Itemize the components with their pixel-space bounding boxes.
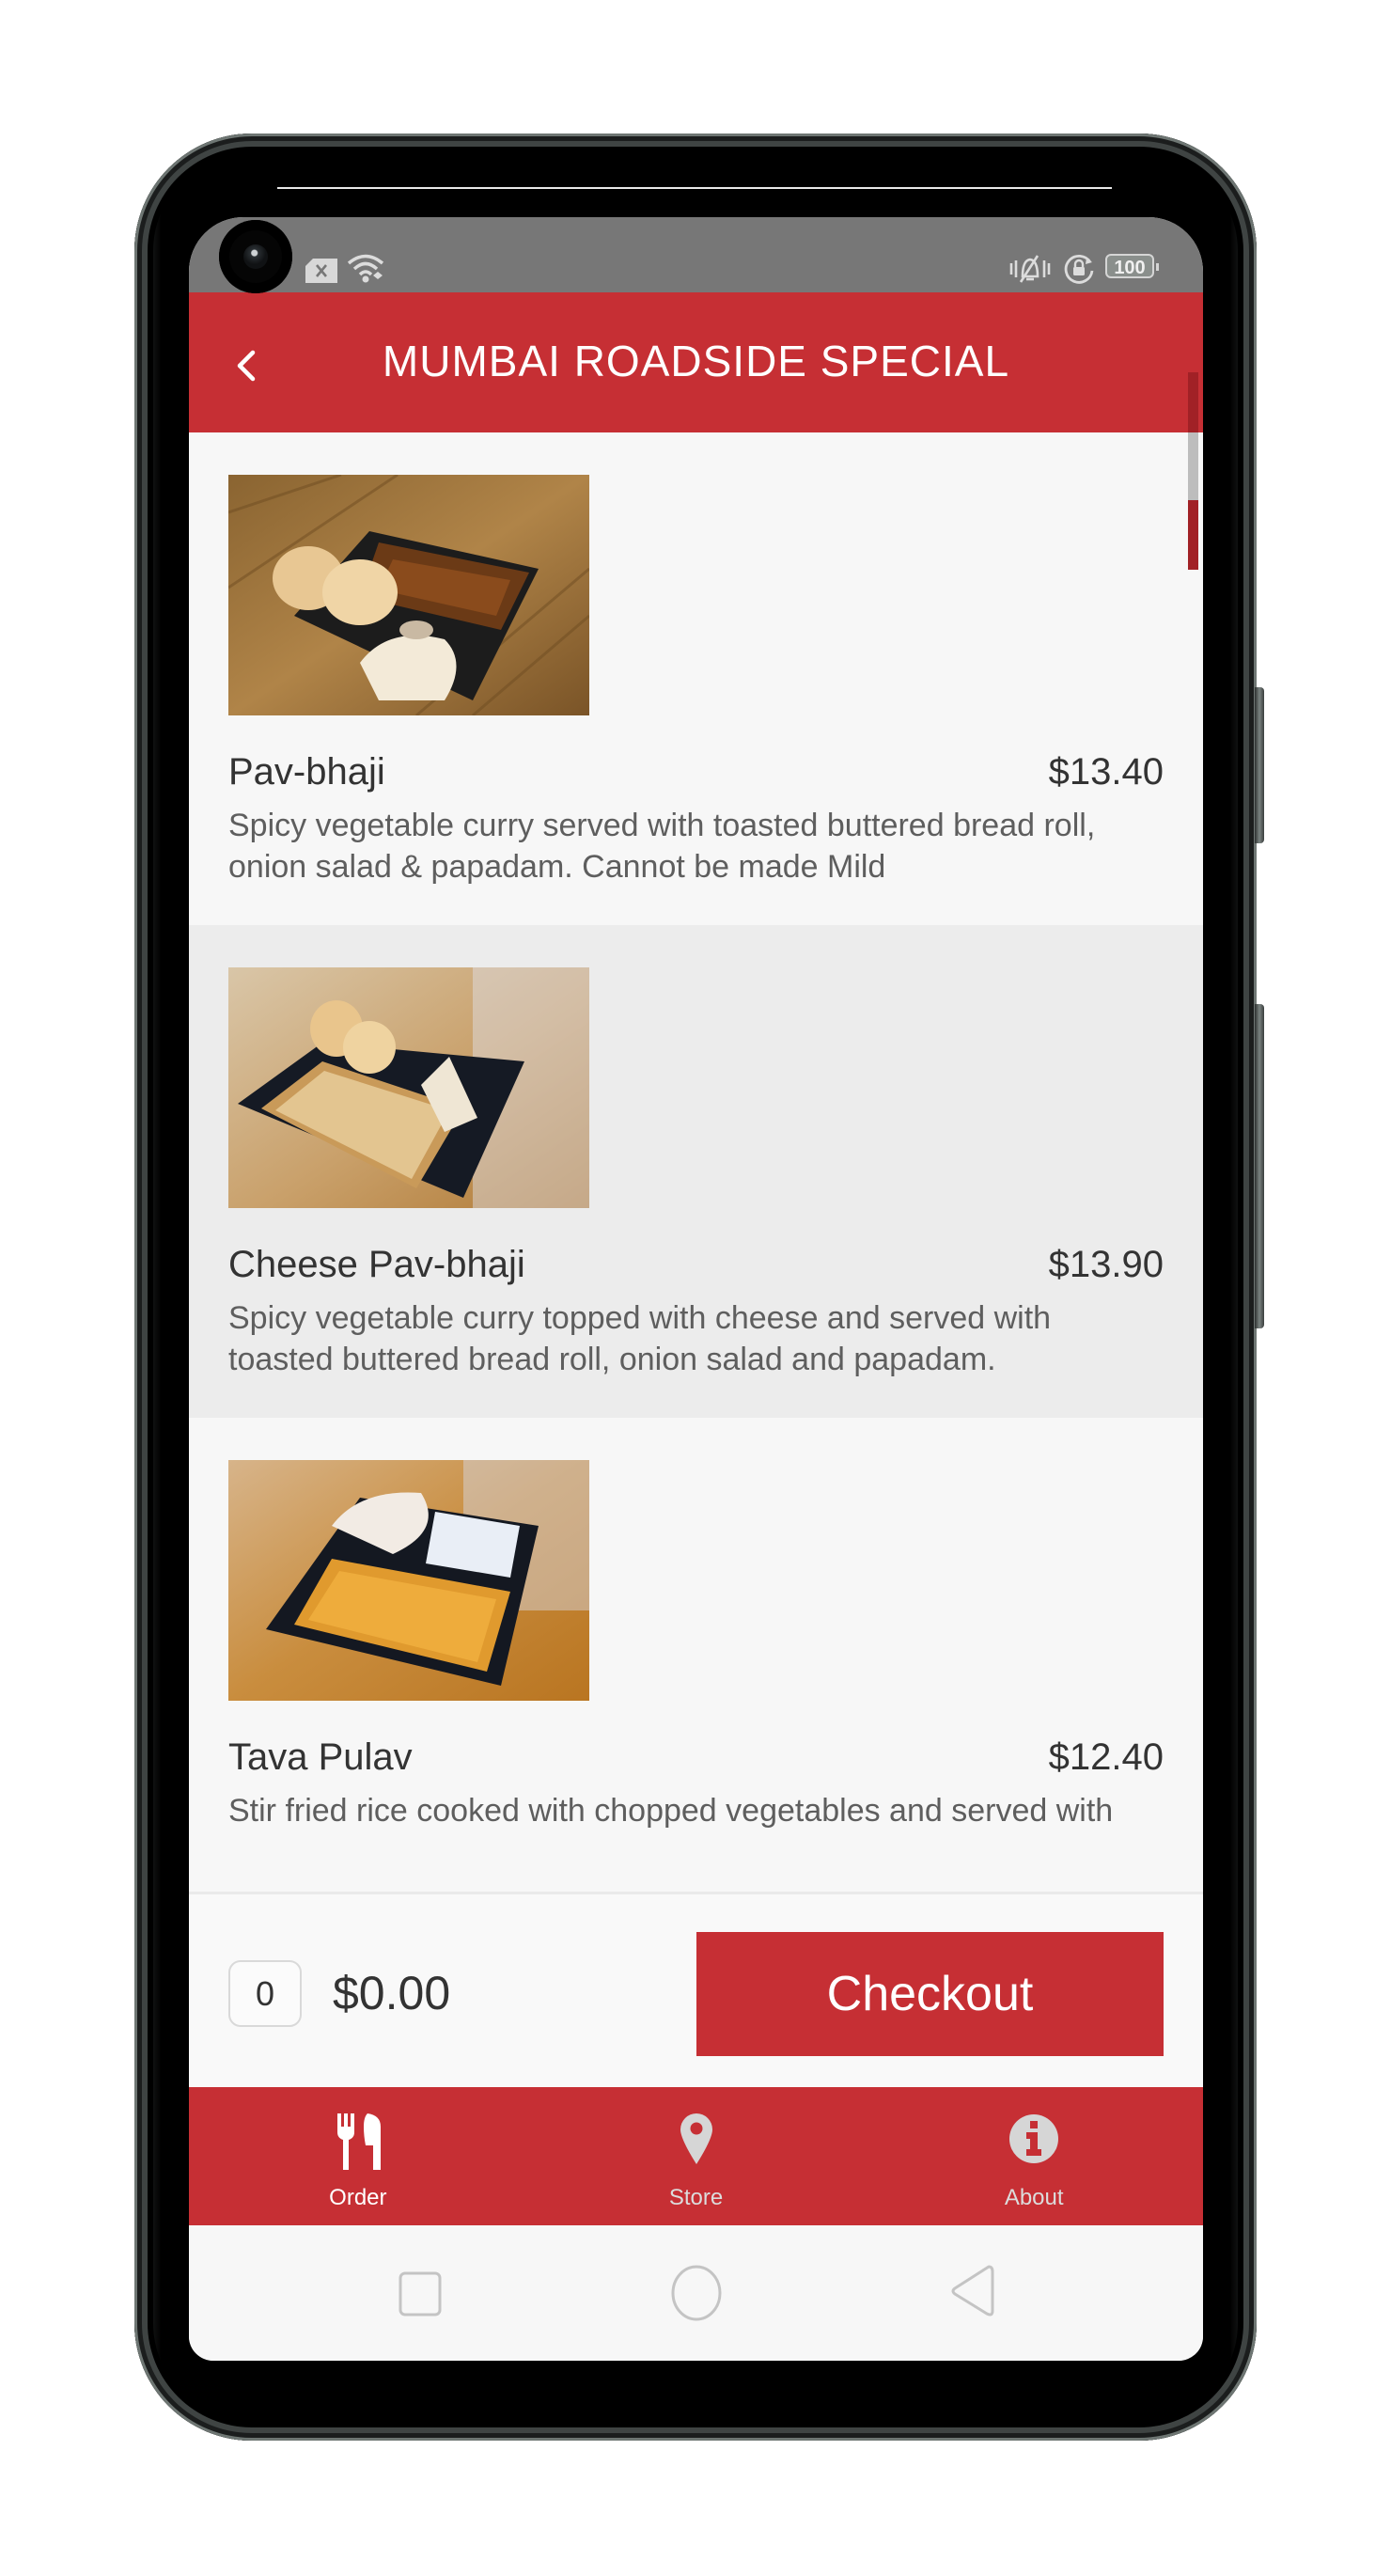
tab-order[interactable]: Order (189, 2087, 527, 2225)
checkout-button[interactable]: Checkout (696, 1932, 1164, 2056)
volume-button (1255, 687, 1264, 843)
menu-item-image (228, 967, 589, 1208)
cart-quantity-badge: 0 (228, 1960, 302, 2027)
menu-item-image (228, 1460, 589, 1701)
app-bar: MUMBAI ROADSIDE SPECIAL (189, 292, 1203, 570)
status-bar: 100 (189, 217, 1203, 292)
front-camera (219, 220, 292, 293)
battery-indicator: 100 (1105, 254, 1159, 278)
tab-label: Store (668, 2185, 724, 2210)
phone-screen: 100 MUMBAI ROADSIDE SPECIAL Pav-bhaji $1… (189, 217, 1203, 2361)
system-navigation-bar (189, 2225, 1203, 2361)
tab-store[interactable]: Store (527, 2087, 866, 2225)
menu-item-description: Spicy vegetable curry served with toaste… (228, 808, 1096, 885)
menu-item-price: $13.90 (1048, 1244, 1164, 1285)
recents-button[interactable] (399, 2271, 442, 2317)
menu-item-name: Pav-bhaji (228, 751, 385, 793)
vibrate-off-icon (1009, 255, 1051, 283)
menu-item-image (228, 475, 589, 715)
back-button[interactable] (949, 2264, 994, 2318)
menu-item-price: $13.40 (1048, 751, 1164, 793)
power-button (1255, 1004, 1264, 1328)
tab-about[interactable]: About (865, 2087, 1203, 2225)
earpiece-speaker (277, 187, 1112, 189)
map-pin-icon (680, 2113, 712, 2164)
wifi-icon (347, 254, 384, 283)
menu-item[interactable]: Pav-bhaji $13.40 Spicy vegetable curry s… (189, 432, 1203, 925)
info-icon (1009, 2114, 1059, 2163)
menu-item-description: Stir fried rice cooked with chopped vege… (228, 1793, 1114, 1829)
cart-bar: 0 $0.00 Checkout (189, 1892, 1203, 2088)
menu-item[interactable]: Tava Pulav $12.40 Stir fried rice cooked… (189, 1418, 1203, 1869)
menu-item[interactable]: Cheese Pav-bhaji $13.90 Spicy vegetable … (189, 925, 1203, 1418)
cart-total: $0.00 (333, 1967, 451, 2019)
tab-label: Order (329, 2185, 387, 2210)
menu-item-price: $12.40 (1048, 1736, 1164, 1778)
page-title: MUMBAI ROADSIDE SPECIAL (382, 337, 1010, 385)
utensils-icon (336, 2113, 381, 2170)
menu-item-description: Spicy vegetable curry topped with cheese… (228, 1300, 1052, 1377)
tab-label: About (1004, 2185, 1064, 2210)
menu-item-name: Tava Pulav (228, 1736, 413, 1778)
rotation-lock-icon (1064, 254, 1094, 284)
home-button[interactable] (670, 2264, 723, 2322)
sim-card-error-icon (305, 259, 337, 283)
menu-list: Pav-bhaji $13.40 Spicy vegetable curry s… (189, 432, 1203, 1892)
bottom-tab-bar: Order Store About (189, 2087, 1203, 2225)
menu-item-name: Cheese Pav-bhaji (228, 1244, 525, 1285)
